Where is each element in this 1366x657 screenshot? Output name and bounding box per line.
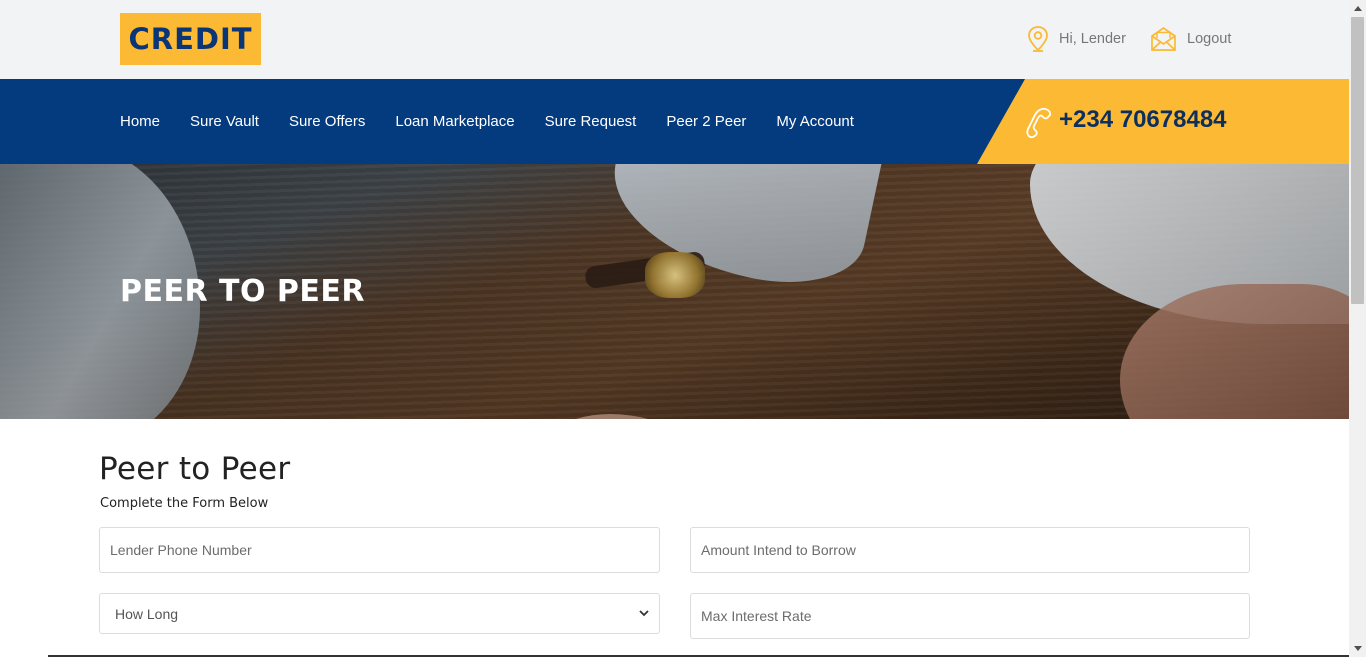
greeting-text: Hi, Lender	[1059, 31, 1126, 47]
page: CREDIT Hi, Lender Logout Home Sure Vault…	[0, 0, 1349, 657]
nav-item-loan-marketplace[interactable]: Loan Marketplace	[395, 113, 514, 130]
main-nav: Home Sure Vault Sure Offers Loan Marketp…	[120, 79, 884, 164]
duration-selected-value: How Long	[115, 605, 179, 622]
nav-item-home[interactable]: Home	[120, 113, 160, 130]
nav-item-sure-offers[interactable]: Sure Offers	[289, 113, 365, 130]
logout-label: Logout	[1187, 31, 1232, 47]
form-subtitle: Complete the Form Below	[100, 496, 269, 511]
form-title: Peer to Peer	[99, 451, 291, 487]
nav-item-peer-2-peer[interactable]: Peer 2 Peer	[666, 113, 746, 130]
main-navbar: Home Sure Vault Sure Offers Loan Marketp…	[0, 79, 1349, 164]
arrow-down-icon	[1353, 646, 1362, 651]
arrow-up-icon	[1353, 6, 1362, 11]
lender-phone-input[interactable]	[99, 527, 660, 573]
phone-icon	[1026, 107, 1052, 139]
logout-link[interactable]: Logout	[1150, 24, 1231, 54]
scroll-down-button[interactable]	[1349, 640, 1366, 657]
top-header: CREDIT Hi, Lender Logout	[0, 0, 1349, 79]
envelope-icon	[1151, 26, 1176, 51]
hero-image-detail	[645, 252, 705, 298]
logo[interactable]: CREDIT	[120, 13, 261, 65]
duration-select[interactable]: How Long	[99, 593, 660, 634]
phone-number: +234 70678484	[1059, 106, 1227, 133]
hero-title: PEER TO PEER	[120, 274, 366, 309]
amount-input[interactable]	[690, 527, 1250, 573]
hero-banner: PEER TO PEER	[0, 164, 1349, 419]
user-greeting[interactable]: Hi, Lender	[1027, 24, 1126, 54]
scrollbar[interactable]	[1349, 0, 1366, 657]
max-interest-input[interactable]	[690, 593, 1250, 639]
nav-item-sure-request[interactable]: Sure Request	[545, 113, 637, 130]
nav-item-sure-vault[interactable]: Sure Vault	[190, 113, 259, 130]
scroll-up-button[interactable]	[1349, 0, 1366, 17]
phone-box[interactable]: +234 70678484	[977, 79, 1349, 164]
nav-item-my-account[interactable]: My Account	[776, 113, 854, 130]
scroll-thumb[interactable]	[1351, 17, 1364, 304]
location-pin-icon	[1028, 26, 1048, 52]
chevron-down-icon	[639, 610, 649, 617]
